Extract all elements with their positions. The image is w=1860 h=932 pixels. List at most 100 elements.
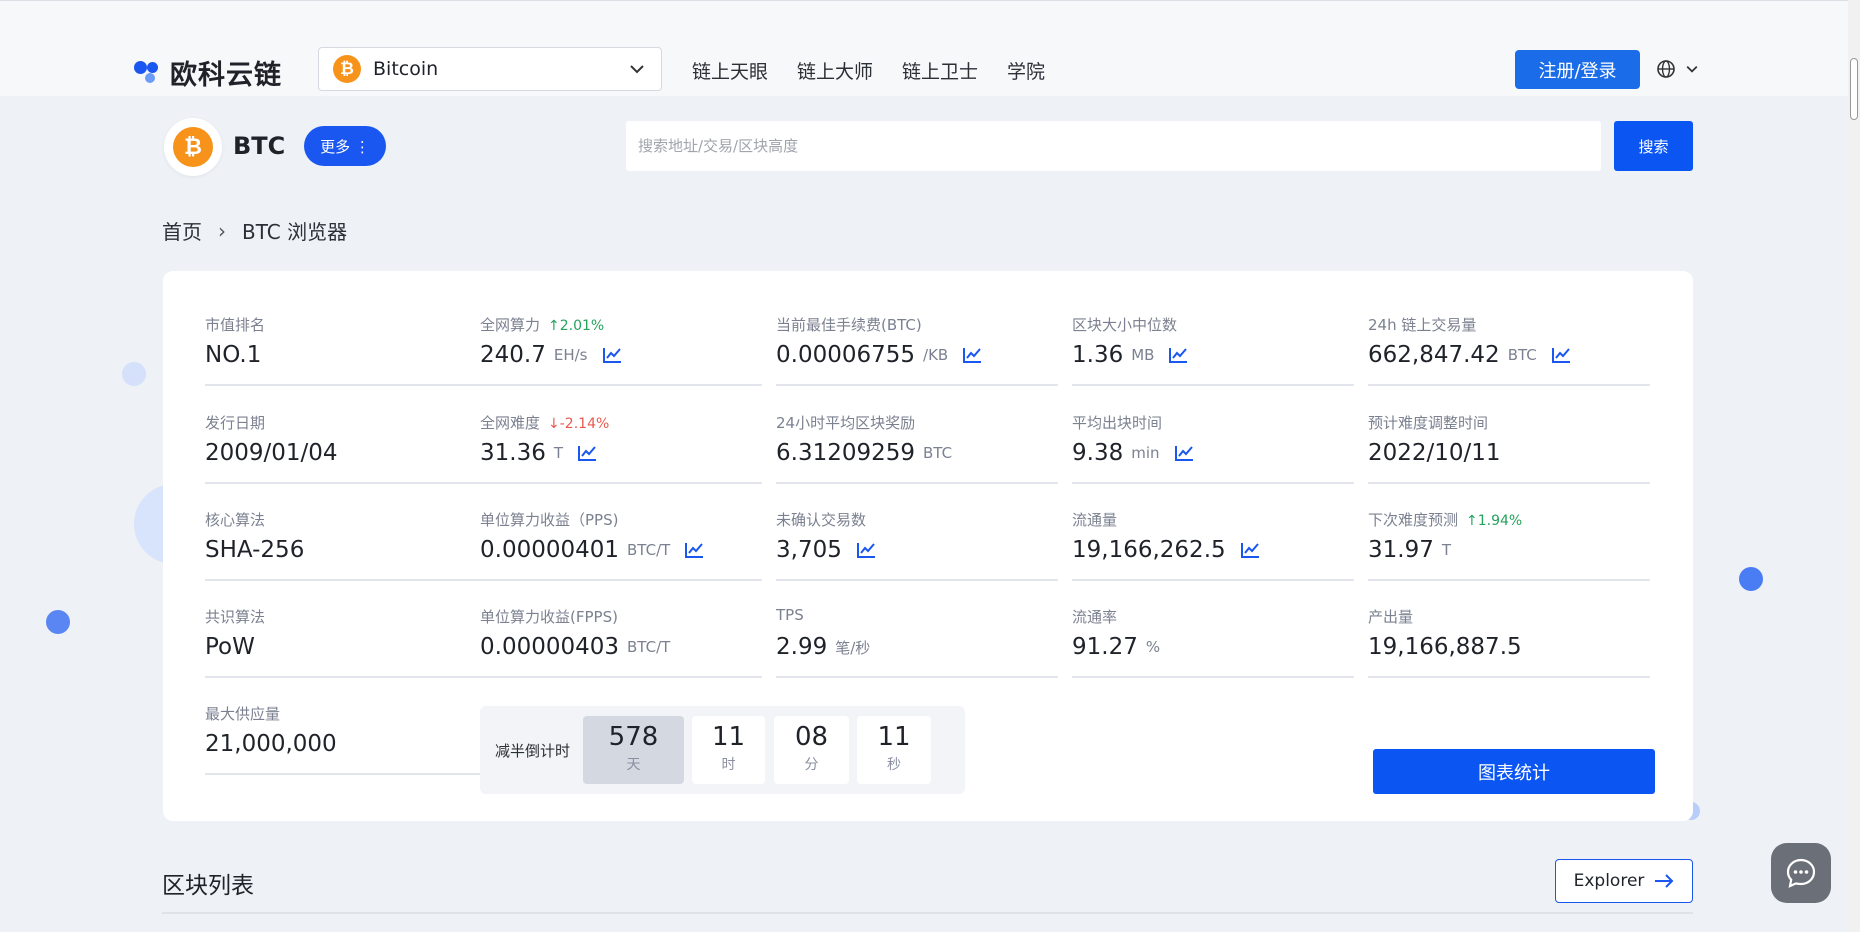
more-button[interactable]: 更多 ⋮ <box>304 126 386 166</box>
stat-item: 流通量 19,166,262.5 <box>1072 509 1354 581</box>
search-button[interactable]: 搜索 <box>1614 121 1693 171</box>
stat-change: ↑1.94% <box>1466 513 1523 529</box>
stat-value: 9.38 <box>1072 440 1124 466</box>
stat-unit: EH/s <box>553 346 588 364</box>
trend-chart-icon[interactable] <box>1168 346 1188 364</box>
countdown-seconds-unit: 秒 <box>887 757 901 773</box>
coin-badge: ₿ <box>164 118 222 176</box>
stat-value-row: NO.1 <box>205 342 261 368</box>
stat-value-row: 31.36 T <box>480 440 597 466</box>
stat-value: 1.36 <box>1072 342 1124 368</box>
scrollbar-thumb[interactable] <box>1850 58 1858 120</box>
trend-chart-icon[interactable] <box>684 541 704 559</box>
stat-label: 单位算力收益(FPPS) <box>480 608 618 626</box>
stat-unit: 笔/秒 <box>835 638 871 657</box>
stat-value-row: SHA-256 <box>205 537 304 563</box>
top-navigation-bar: 欧科云链 ₿ Bitcoin 链上天眼 链上大师 链上卫士 学院 注册/登录 <box>0 0 1860 96</box>
stat-label: TPS <box>776 606 804 624</box>
trend-chart-icon[interactable] <box>602 346 622 364</box>
nav-item-onchain-master[interactable]: 链上大师 <box>797 57 873 84</box>
stat-label: 平均出块时间 <box>1072 414 1163 432</box>
chain-selector[interactable]: ₿ Bitcoin <box>318 47 662 91</box>
stat-item: 发行日期 2009/01/04 <box>205 412 487 484</box>
stat-item: 未确认交易数 3,705 <box>776 509 1058 581</box>
section-divider <box>162 912 1693 914</box>
chart-statistics-button[interactable]: 图表统计 <box>1373 749 1655 794</box>
trend-chart-icon[interactable] <box>1174 444 1194 462</box>
stat-value: 19,166,887.5 <box>1368 634 1522 660</box>
stat-label: 最大供应量 <box>205 705 281 723</box>
logo-text: 欧科云链 <box>170 60 282 91</box>
stat-label: 24小时平均区块奖励 <box>776 414 916 432</box>
bitcoin-icon: ₿ <box>333 55 361 83</box>
stat-label: 24h 链上交易量 <box>1368 316 1477 334</box>
stat-item: 全网难度 ↓-2.14% 31.36 T <box>480 412 762 484</box>
page-scrollbar[interactable] <box>1848 0 1860 932</box>
stat-label: 当前最佳手续费(BTC) <box>776 316 922 334</box>
chain-selector-value: Bitcoin <box>373 58 439 80</box>
chat-icon <box>1786 858 1816 888</box>
stat-label: 共识算法 <box>205 608 266 626</box>
trend-chart-icon[interactable] <box>962 346 982 364</box>
globe-icon <box>1657 60 1675 78</box>
stat-item: 共识算法 PoW <box>205 606 487 678</box>
stat-value: 240.7 <box>480 342 546 368</box>
stat-value-row: 3,705 <box>776 537 876 563</box>
trend-chart-icon[interactable] <box>1551 346 1571 364</box>
stat-value: 2009/01/04 <box>205 440 338 466</box>
register-login-button[interactable]: 注册/登录 <box>1515 50 1640 89</box>
stat-value: 2.99 <box>776 634 828 660</box>
stat-unit: T <box>1441 541 1452 559</box>
decor-circle <box>1739 567 1763 591</box>
explorer-button-label: Explorer <box>1573 871 1645 891</box>
countdown-minutes-unit: 分 <box>804 757 819 773</box>
stat-value: 91.27 <box>1072 634 1138 660</box>
language-selector[interactable] <box>1656 59 1700 79</box>
chevron-down-icon <box>630 65 644 74</box>
stat-value-row: 2.99 笔/秒 <box>776 634 870 660</box>
stat-value-row: 31.97 T <box>1368 537 1451 563</box>
stat-unit: BTC <box>1507 346 1537 364</box>
stat-label: 全网算力 ↑2.01% <box>480 316 605 334</box>
stat-item: 最大供应量 21,000,000 <box>205 703 487 775</box>
stat-item: 下次难度预测 ↑1.94% 31.97 T <box>1368 509 1650 581</box>
countdown-minutes-value: 08 <box>794 722 829 752</box>
breadcrumb-current: BTC 浏览器 <box>242 220 348 244</box>
stat-change: ↓-2.14% <box>548 416 610 432</box>
logo[interactable]: 欧科云链 <box>134 53 282 92</box>
trend-chart-icon[interactable] <box>577 444 597 462</box>
stat-value-row: 0.00006755/KB <box>776 342 982 368</box>
stat-value-row: 6.31209259 BTC <box>776 440 952 466</box>
trend-chart-icon[interactable] <box>856 541 876 559</box>
nav-item-onchain-guard[interactable]: 链上卫士 <box>902 57 978 84</box>
stat-item: 平均出块时间 9.38 min <box>1072 412 1354 484</box>
stat-item: 核心算法 SHA-256 <box>205 509 487 581</box>
breadcrumb: 首页 › BTC 浏览器 <box>162 216 347 245</box>
countdown-seconds-value: 11 <box>877 722 911 752</box>
stat-item: 单位算力收益（PPS) 0.00000401 BTC/T <box>480 509 762 581</box>
stat-item: 市值排名 NO.1 <box>205 314 487 386</box>
stat-value: 21,000,000 <box>205 731 337 757</box>
breadcrumb-home[interactable]: 首页 <box>162 216 202 245</box>
trend-chart-icon[interactable] <box>1240 541 1260 559</box>
nav-item-onchain-eye[interactable]: 链上天眼 <box>692 57 768 84</box>
stat-value-row: 1.36 MB <box>1072 342 1188 368</box>
nav-item-academy[interactable]: 学院 <box>1007 57 1045 84</box>
chat-support-button[interactable] <box>1771 843 1831 903</box>
stat-item: 24小时平均区块奖励 6.31209259 BTC <box>776 412 1058 484</box>
stat-unit: /KB <box>923 346 949 364</box>
stat-label: 预计难度调整时间 <box>1368 414 1489 432</box>
stat-item: 24h 链上交易量 662,847.42 BTC <box>1368 314 1650 386</box>
search-input[interactable] <box>626 121 1601 171</box>
stat-item: 全网算力 ↑2.01% 240.7 EH/s <box>480 314 762 386</box>
explorer-button[interactable]: Explorer <box>1555 859 1693 903</box>
decor-circle <box>46 610 70 634</box>
stat-item: 流通率 91.27% <box>1072 606 1354 678</box>
decor-circle <box>122 362 146 386</box>
stat-value: 0.00006755 <box>776 342 916 368</box>
stat-value-row: 19,166,887.5 <box>1368 634 1522 660</box>
stat-value: NO.1 <box>205 342 262 368</box>
countdown-hours-unit: 时 <box>721 757 736 773</box>
chevron-down-icon <box>1686 65 1698 73</box>
stat-unit: BTC <box>923 444 953 462</box>
